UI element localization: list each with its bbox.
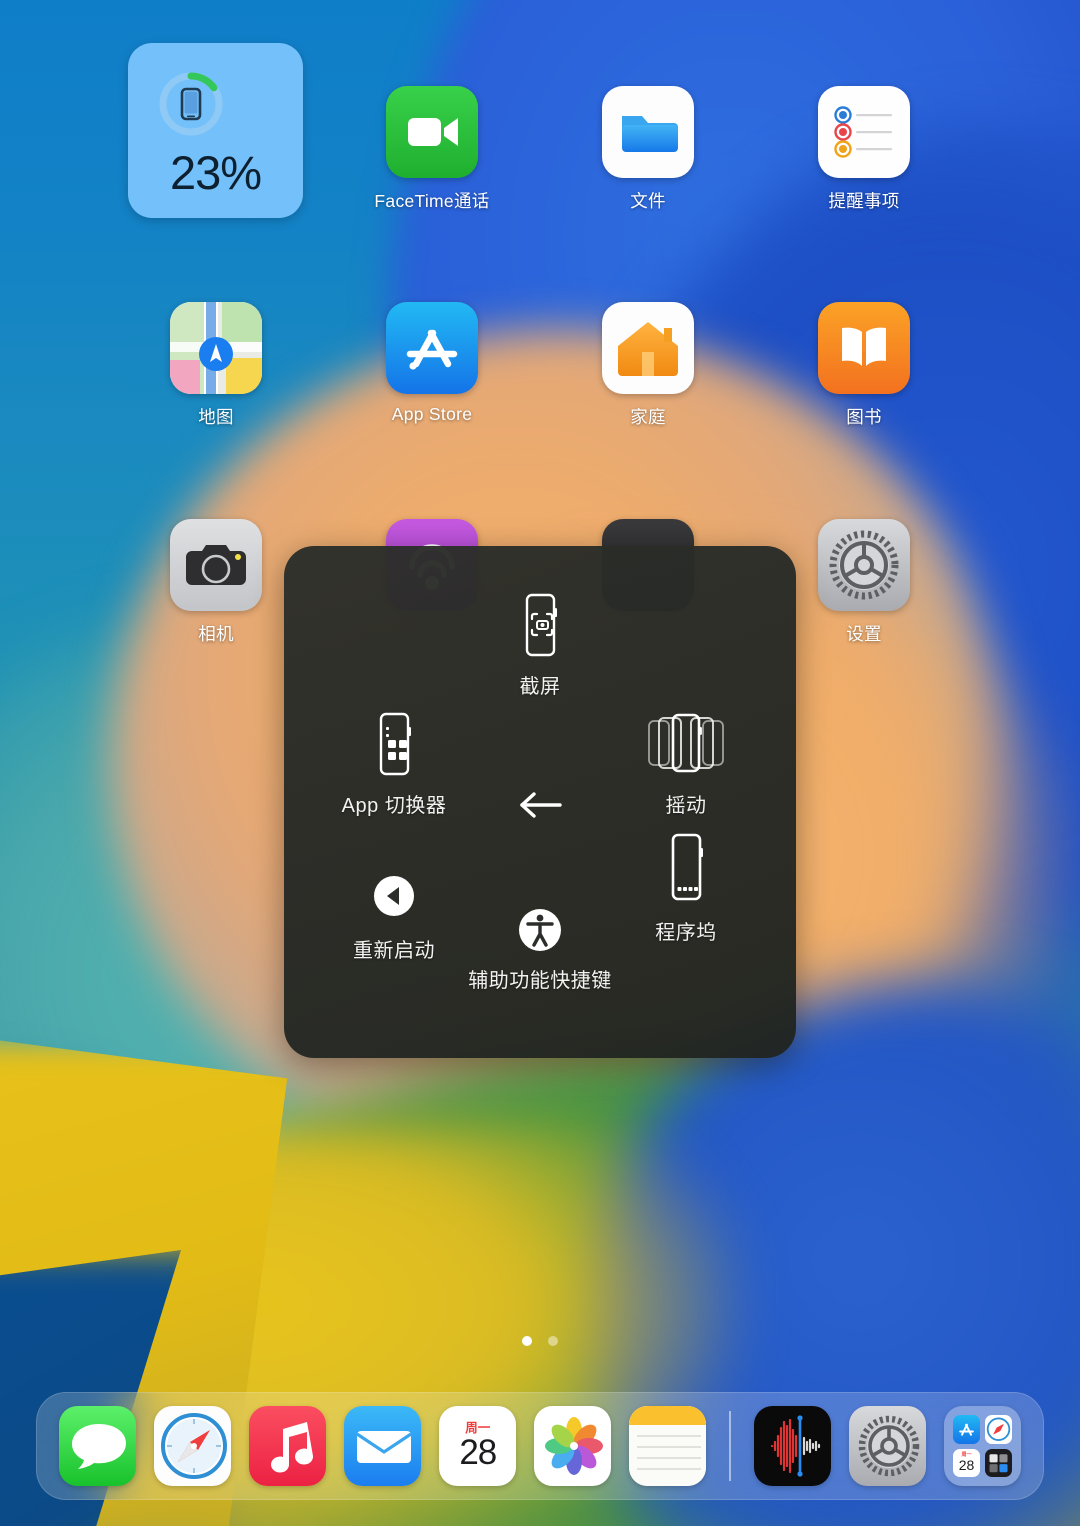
mini-safari-icon [985, 1415, 1013, 1444]
dock-icon-calendar[interactable]: 周一 28 [439, 1406, 517, 1486]
app-icon-maps[interactable]: 地图 [131, 302, 301, 429]
at-item-screenshot[interactable]: 截屏 [465, 592, 615, 699]
accessibility-icon [465, 904, 615, 956]
app-icon-settings[interactable]: 设置 [779, 519, 949, 646]
dock-icon-photos[interactable] [534, 1406, 612, 1486]
mini-calendar-icon: 周一 28 [953, 1448, 981, 1477]
dock: 周一 28 周一 28 [36, 1392, 1044, 1500]
app-icon-home[interactable]: 家庭 [563, 302, 733, 429]
mini-app-store-icon [953, 1415, 981, 1444]
page-indicator[interactable] [0, 1336, 1080, 1346]
settings-icon [818, 519, 910, 611]
dock-icon [611, 833, 761, 904]
dock-icon-messages[interactable] [59, 1406, 137, 1486]
app-label: FaceTime通话 [374, 191, 490, 211]
app-icon-camera[interactable]: 相机 [131, 519, 301, 646]
at-back-button[interactable] [514, 786, 566, 829]
reminders-icon [818, 86, 910, 178]
app-label: App Store [391, 404, 473, 424]
calendar-day: 28 [459, 1433, 497, 1473]
app-switcher-icon [319, 711, 469, 777]
dock-icon-voice-memos[interactable] [753, 1406, 831, 1486]
screenshot-icon [465, 592, 615, 658]
app-label: 家庭 [630, 407, 666, 427]
app-icon-files[interactable]: 文件 [563, 86, 733, 213]
books-icon [818, 302, 910, 394]
dock-icon-notes[interactable] [629, 1406, 707, 1486]
dock-icon-recents-folder[interactable]: 周一 28 [944, 1406, 1022, 1486]
dock-icon-safari[interactable] [154, 1406, 232, 1486]
app-icon-reminders[interactable]: 提醒事项 [779, 86, 949, 213]
at-label: 摇动 [665, 795, 707, 817]
dock-icon-mail[interactable] [344, 1406, 422, 1486]
files-icon [602, 86, 694, 178]
at-label: App 切换器 [341, 795, 447, 817]
at-item-shake[interactable]: 摇动 [611, 711, 761, 818]
app-label: 地图 [198, 407, 234, 427]
app-label: 图书 [846, 407, 882, 427]
at-label: 重新启动 [353, 940, 435, 962]
app-store-icon [386, 302, 478, 394]
at-label: 程序坞 [655, 922, 717, 944]
dock-icon-music[interactable] [249, 1406, 327, 1486]
app-label: 相机 [198, 624, 234, 644]
home-app-icon [602, 302, 694, 394]
battery-widget[interactable]: 23% [128, 43, 303, 218]
battery-percent-label: 23% [169, 146, 262, 199]
page-dot-1[interactable] [522, 1336, 532, 1346]
at-item-accessibility-shortcut[interactable]: 辅助功能快捷键 [465, 904, 615, 993]
at-item-dock[interactable]: 程序坞 [611, 833, 761, 945]
assistive-touch-menu[interactable]: 截屏 App 切换器 摇动 重新启动 程序坞 辅助功能快捷键 [284, 546, 796, 1058]
at-item-restart[interactable]: 重新启动 [319, 856, 469, 963]
facetime-icon [386, 86, 478, 178]
app-label: 文件 [630, 191, 666, 211]
arrow-left-icon [520, 792, 562, 818]
app-icon-app-store[interactable]: App Store [347, 302, 517, 425]
app-label: 提醒事项 [828, 191, 900, 211]
page-dot-2[interactable] [548, 1336, 558, 1346]
dock-icon-settings[interactable] [848, 1406, 926, 1486]
app-icon-facetime[interactable]: FaceTime通话 [347, 86, 517, 213]
at-label: 辅助功能快捷键 [468, 970, 612, 992]
shake-icon [611, 711, 761, 777]
mini-calendar-day: 28 [958, 1457, 975, 1474]
app-icon-books[interactable]: 图书 [779, 302, 949, 429]
restart-icon [319, 856, 469, 922]
dock-divider [729, 1411, 731, 1481]
app-label: 设置 [846, 624, 882, 644]
mini-dark-app-icon [985, 1448, 1013, 1477]
at-label: 截屏 [519, 676, 561, 698]
at-item-app-switcher[interactable]: App 切换器 [319, 711, 469, 818]
camera-icon [170, 519, 262, 611]
maps-icon [170, 302, 262, 394]
battery-ring-icon [159, 72, 223, 136]
